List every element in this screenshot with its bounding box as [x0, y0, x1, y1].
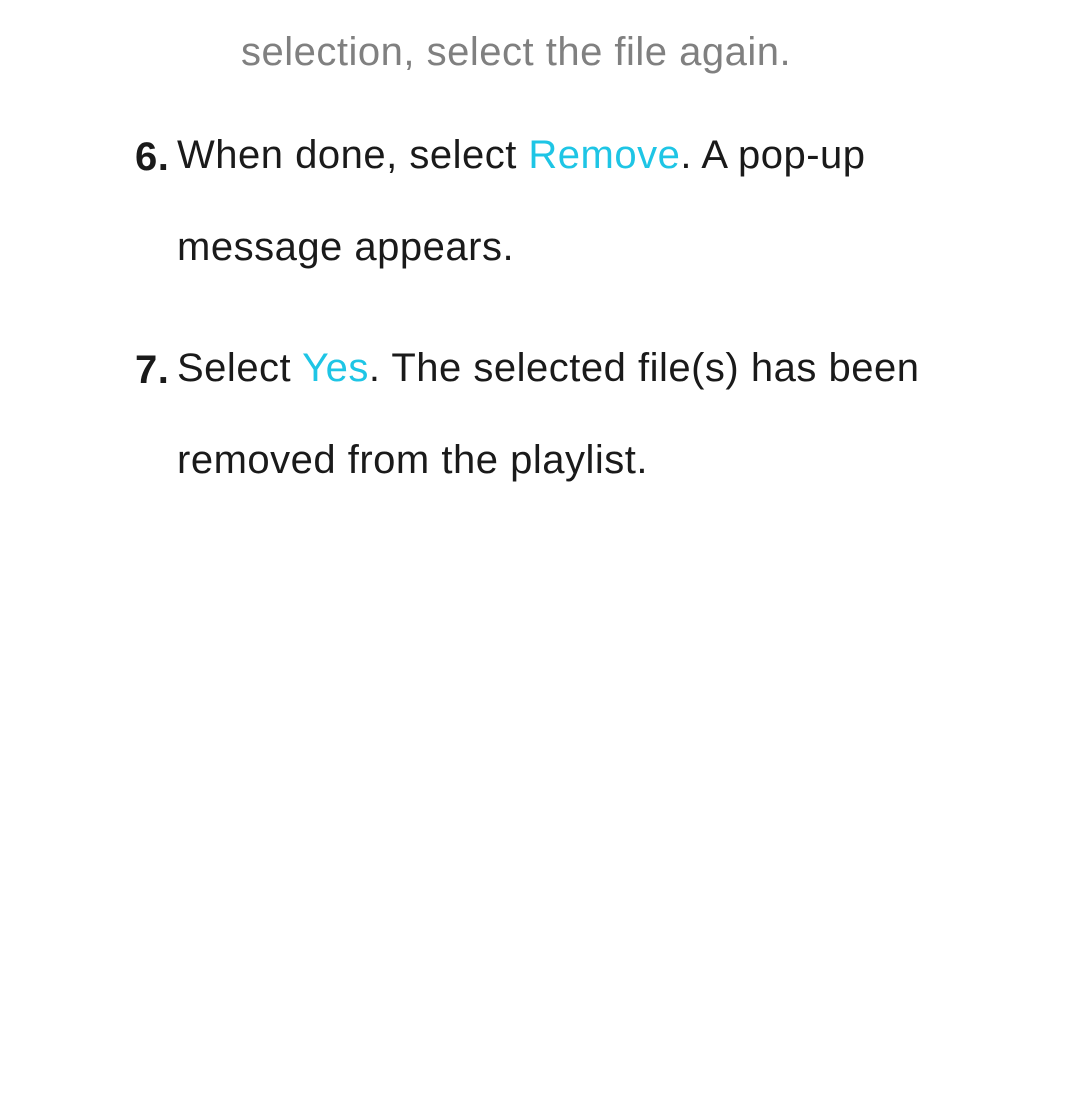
list-number: 7. — [135, 348, 177, 506]
step-text: Select — [177, 346, 302, 390]
partial-previous-line: selection, select the file again. — [241, 30, 1020, 75]
list-text: Select Yes. The selected file(s) has bee… — [177, 322, 1020, 506]
highlight-remove: Remove — [528, 133, 680, 177]
list-item-7: 7. Select Yes. The selected file(s) has … — [135, 348, 1020, 506]
list-item-6: 6. When done, select Remove. A pop-up me… — [135, 135, 1020, 293]
list-number: 6. — [135, 135, 177, 293]
list-text: When done, select Remove. A pop-up messa… — [177, 109, 1020, 293]
document-content: selection, select the file again. 6. Whe… — [0, 30, 1080, 506]
step-text: When done, select — [177, 133, 528, 177]
highlight-yes: Yes — [302, 346, 369, 390]
